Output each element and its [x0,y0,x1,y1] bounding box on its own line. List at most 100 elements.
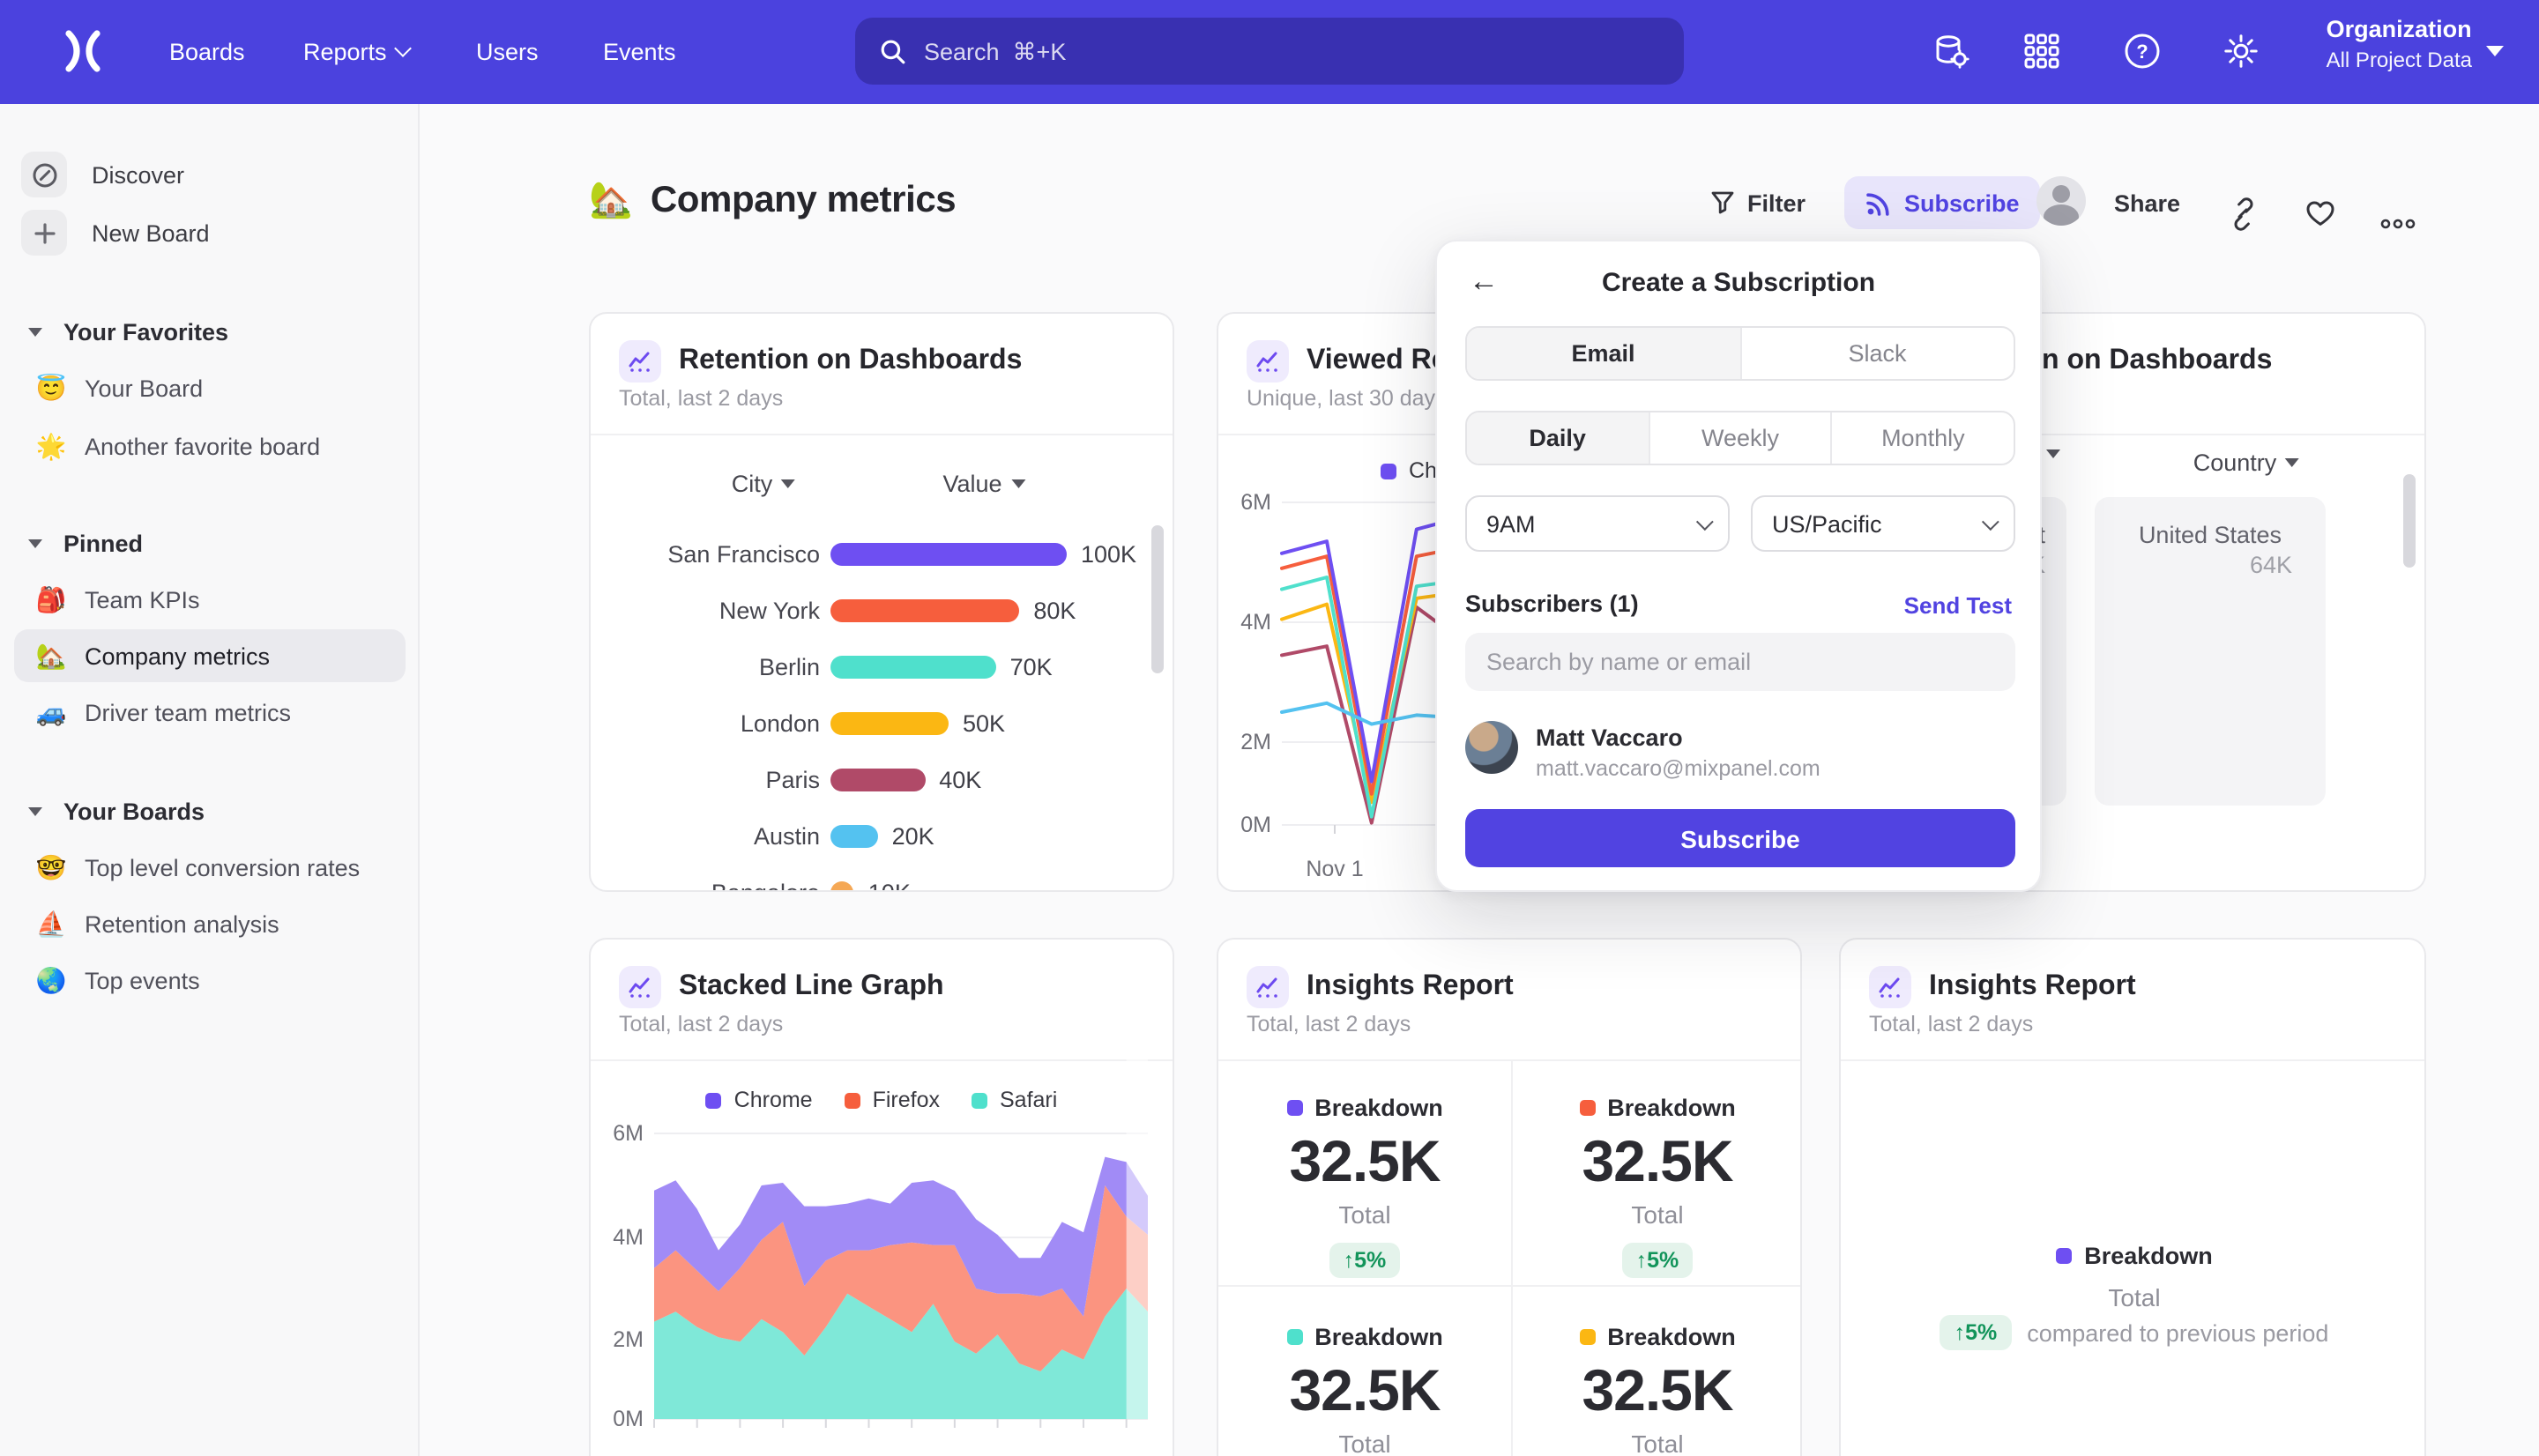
table-row[interactable]: Berlin70K [591,642,1174,695]
legend-swatch [1286,1329,1302,1345]
plus-icon [21,210,67,256]
card-insights-report-grid: Insights Report Total, last 2 days Break… [1217,938,1802,1456]
subscriber-search-input[interactable] [1486,649,1994,675]
card-title[interactable]: Insights Report [1307,971,1514,1003]
user-avatar[interactable] [2036,176,2086,226]
nav-item-reports[interactable]: Reports [303,0,410,104]
legend-swatch [1286,1100,1302,1116]
board-emoji: 🚙 [32,697,71,727]
chevron-down-icon [28,327,42,336]
metric-quadrant[interactable]: Breakdown 32.5K Total ↑5% [1511,1324,1802,1456]
metric-quadrant[interactable]: Breakdown 32.5K Total ↑5% [1218,1095,1511,1278]
metric-quadrant[interactable]: Breakdown 32.5K Total ↑5% [1218,1324,1511,1456]
caret-down-icon [2285,458,2299,467]
delta-badge: ↑5% [1329,1243,1401,1278]
sidebar-item-driver-team-metrics[interactable]: 🚙 Driver team metrics [14,686,406,739]
stacked-line-chart[interactable] [591,940,1174,1456]
delta-badge: ↑5% [1622,1243,1694,1278]
tab-email[interactable]: Email [1467,328,1739,379]
card-subtitle: Total, last 2 days [1869,1012,2033,1036]
settings-gear-icon[interactable] [2222,32,2260,71]
bar [830,769,925,791]
scrollbar[interactable] [2403,474,2416,568]
chevron-down-icon [28,806,42,815]
metric-value: 32.5K [1511,1128,1802,1195]
favorite-heart-icon[interactable] [2304,187,2336,240]
subscribe-submit-button[interactable]: Subscribe [1465,809,2015,867]
scrollbar[interactable] [1151,525,1164,673]
column-header-value[interactable]: Value [942,471,1024,497]
table-row[interactable]: San Francisco100K [591,529,1174,582]
metric-breakdown[interactable]: Breakdown Total ↑5% compared to previous… [1841,1243,2426,1350]
sidebar-item-top-level-conversion-rates[interactable]: 🤓 Top level conversion rates [14,841,406,894]
time-select[interactable]: 9AM [1465,495,1730,552]
report-chart-icon [1869,966,1911,1008]
board-emoji: 😇 [32,373,71,403]
global-search[interactable] [855,18,1684,85]
table-row[interactable]: New York80K [591,585,1174,638]
nav-item-boards[interactable]: Boards [169,0,245,104]
board-emoji: ⛵ [32,909,71,939]
sidebar-section-pinned[interactable]: Pinned [14,518,406,568]
sidebar-item-your-board[interactable]: 😇 Your Board [14,361,406,414]
sidebar-item-new-board[interactable]: New Board [14,206,406,259]
sidebar-item-discover[interactable]: Discover [14,148,406,201]
nav-item-events[interactable]: Events [603,0,676,104]
filter-button[interactable]: Filter [1710,176,1806,229]
sidebar-item-another-favorite-board[interactable]: 🌟 Another favorite board [14,420,406,472]
copy-link-icon[interactable] [2227,187,2259,240]
country-panel-united-states[interactable]: United States 64K [2095,497,2326,806]
table-row[interactable]: Paris40K [591,754,1174,807]
tab-weekly[interactable]: Weekly [1648,412,1830,464]
sidebar-item-label: Discover [92,161,184,188]
table-row[interactable]: Austin20K [591,811,1174,864]
board-emoji: 🎒 [32,584,71,614]
create-subscription-modal: ← Create a Subscription Email Slack Dail… [1435,240,2042,892]
search-input[interactable] [924,38,1594,64]
sidebar-section-your-boards[interactable]: Your Boards [14,786,406,836]
card-title[interactable]: Insights Report [1929,971,2136,1003]
data-management-icon[interactable] [1932,32,1971,71]
search-icon [880,38,906,64]
sidebar-item-top-events[interactable]: 🌏 Top events [14,954,406,1007]
compass-icon [21,152,67,197]
send-test-link[interactable]: Send Test [1904,592,2012,619]
card-subtitle: Total, last 2 days [1247,1012,1411,1036]
chevron-down-icon [1982,512,1999,530]
subscribers-label: Subscribers (1) [1465,591,1639,617]
timezone-select[interactable]: US/Pacific [1751,495,2015,552]
legend-swatch [1579,1329,1595,1345]
column-header-city[interactable]: City [732,471,796,497]
table-row[interactable]: London50K [591,698,1174,751]
sidebar-item-team-kpis[interactable]: 🎒 Team KPIs [14,573,406,626]
more-options-icon[interactable] [2380,197,2416,250]
modal-title: Create a Subscription [1437,268,2040,298]
share-button[interactable]: Share [2114,176,2180,229]
sidebar-section-your-favorites[interactable]: Your Favorites [14,307,406,356]
report-chart-icon [619,340,661,383]
mixpanel-logo-icon[interactable] [60,28,106,74]
sidebar-item-retention-analysis[interactable]: ⛵ Retention analysis [14,897,406,950]
column-header-country[interactable]: Country [2193,449,2300,476]
org-project-switcher[interactable]: Organization All Project Data [2327,16,2472,72]
card-stacked-line-graph: Stacked Line Graph Total, last 2 days Ch… [589,938,1174,1456]
tab-monthly[interactable]: Monthly [1831,412,2014,464]
comparison-note: compared to previous period [2027,1319,2328,1346]
tab-slack[interactable]: Slack [1739,328,2014,379]
caret-down-icon [781,479,795,488]
subscribe-button[interactable]: Subscribe [1844,176,2041,229]
sidebar-item-company-metrics[interactable]: 🏡 Company metrics [14,629,406,682]
metric-value: 32.5K [1511,1357,1802,1424]
nav-item-users[interactable]: Users [476,0,539,104]
sidebar: Discover New Board Your Favorites 😇 Your… [0,104,420,1456]
board-emoji: 🏡 [589,178,633,222]
help-icon[interactable]: ? [2123,32,2162,71]
org-name: Organization [2327,16,2472,42]
legend-swatch [1579,1100,1595,1116]
metric-quadrant[interactable]: Breakdown 32.5K Total ↑5% [1511,1095,1802,1278]
table-row[interactable]: Bangalore10K [591,867,1174,892]
tab-daily[interactable]: Daily [1467,412,1648,464]
apps-grid-icon[interactable] [2022,32,2061,71]
card-title[interactable]: Retention on Dashboards [679,345,1022,377]
subscriber-search[interactable] [1465,633,2015,691]
